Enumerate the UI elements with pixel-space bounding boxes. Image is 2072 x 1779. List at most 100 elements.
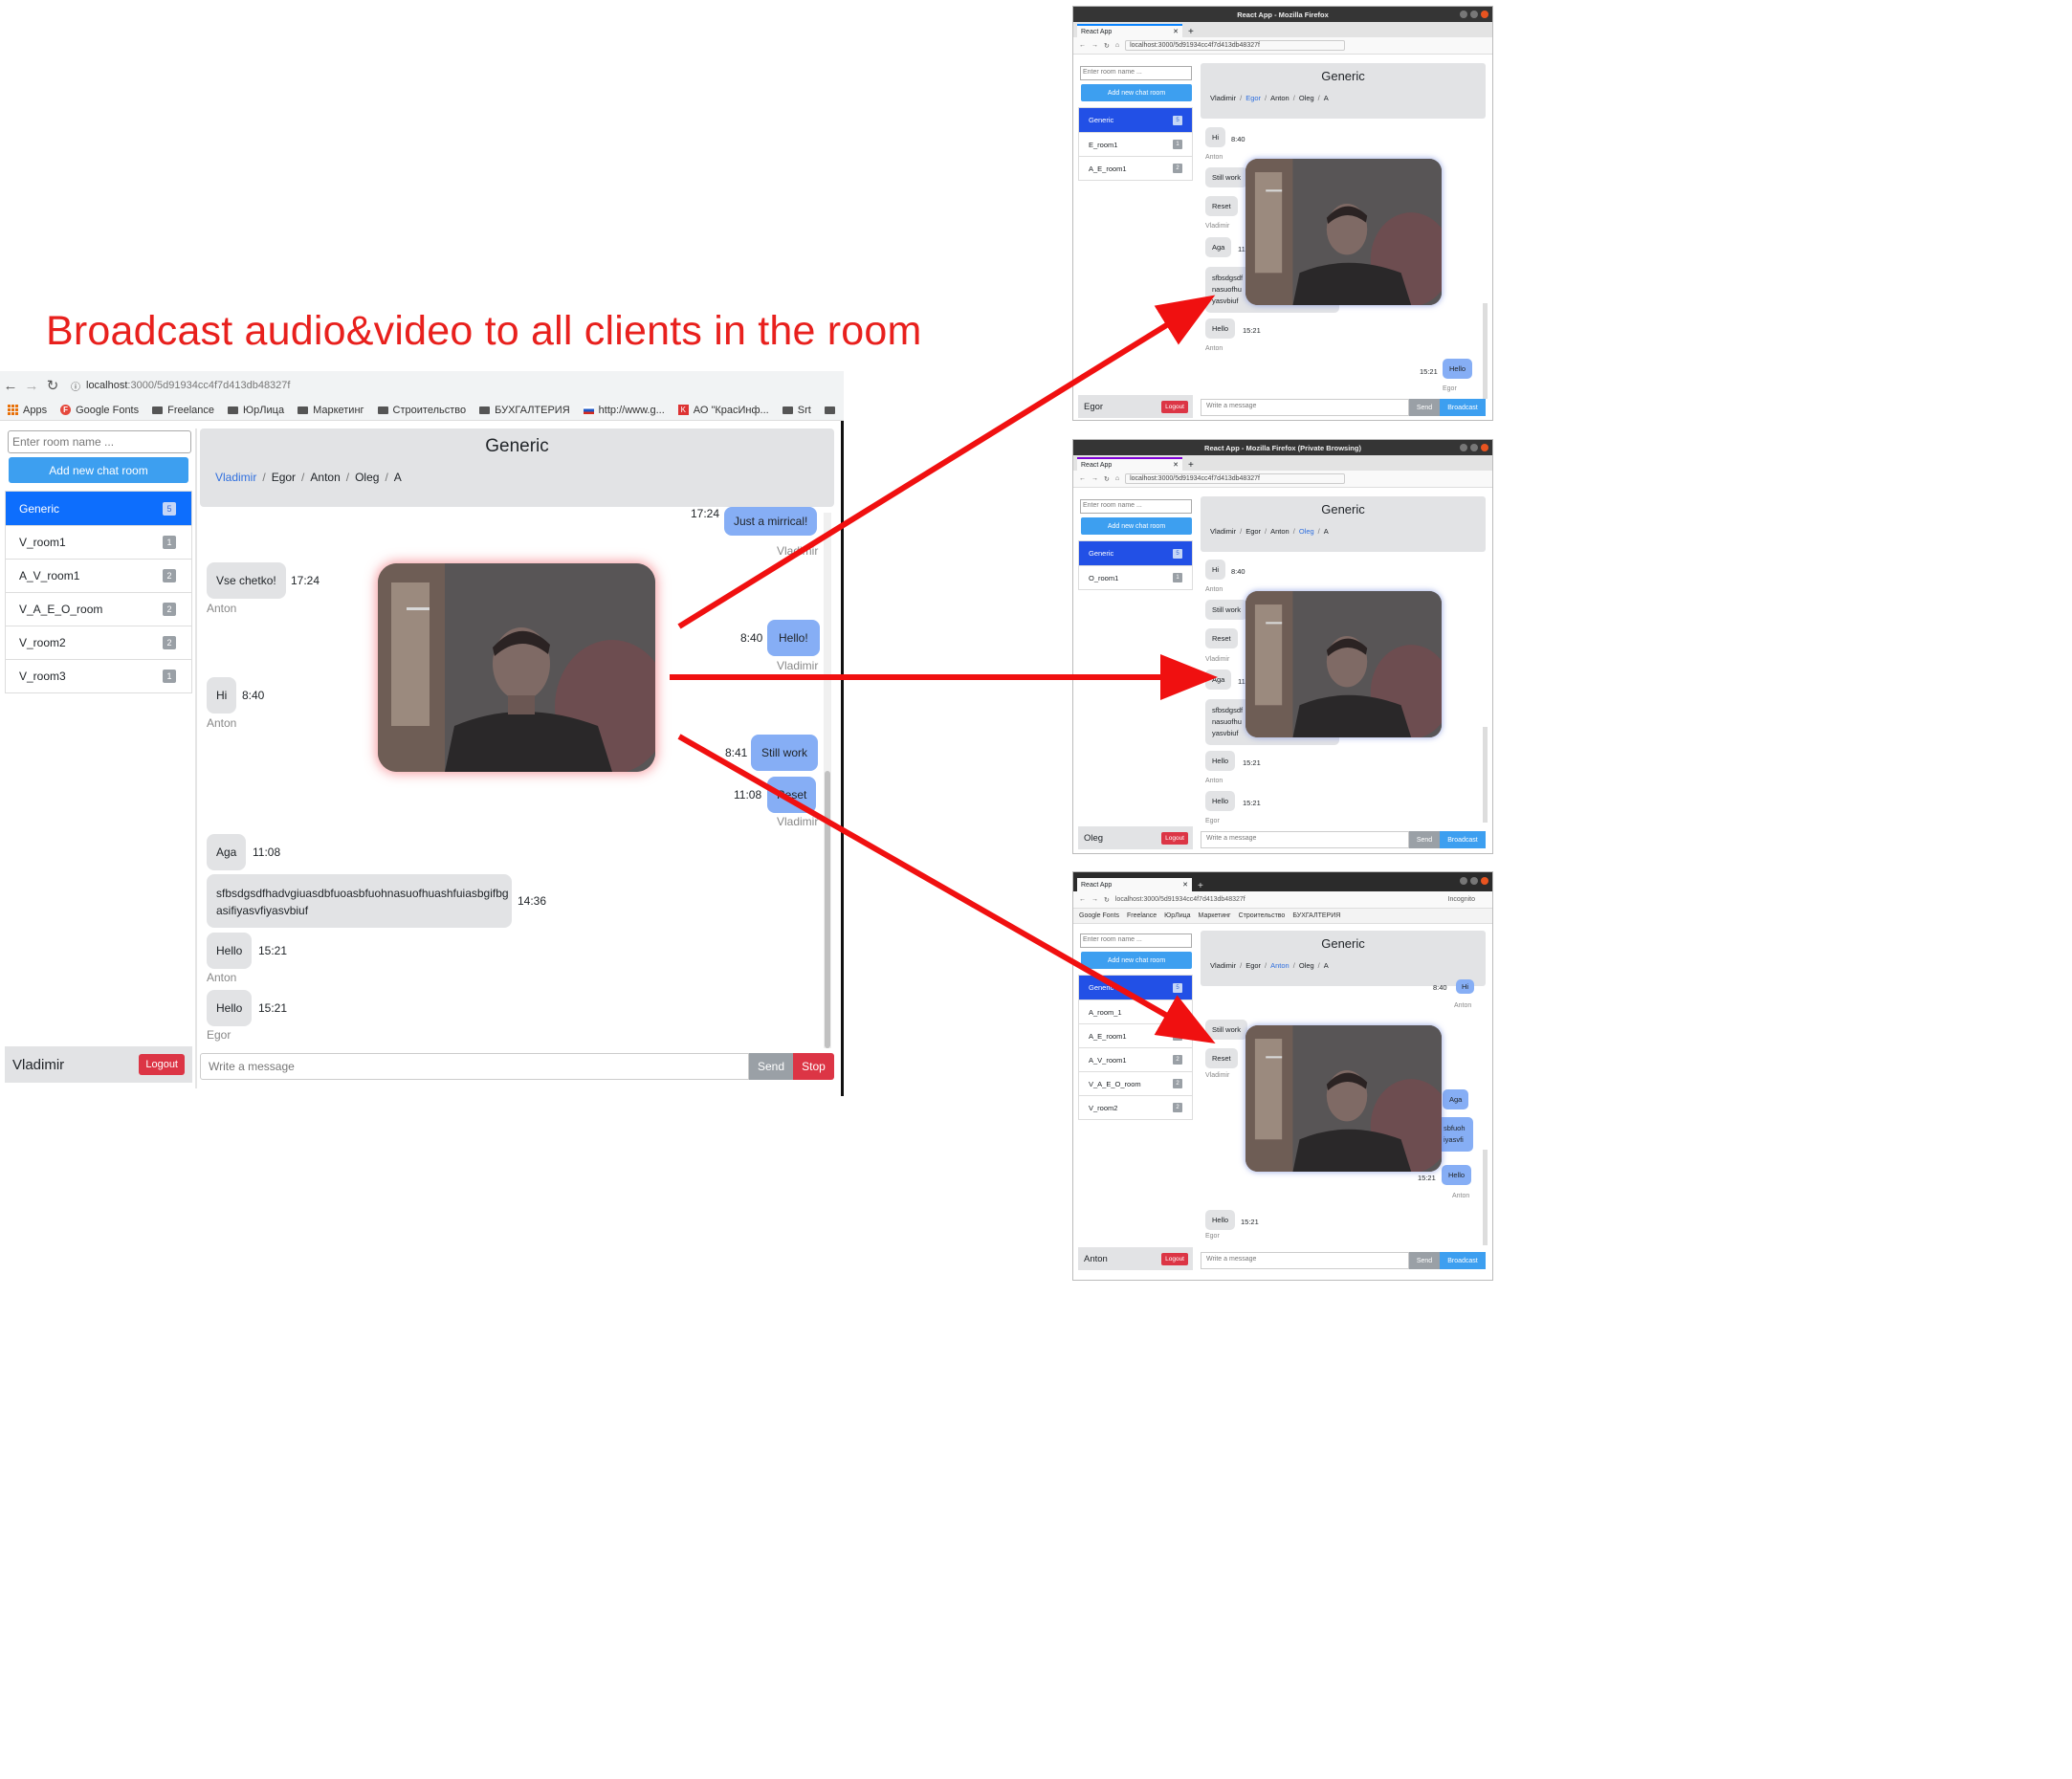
chat-scrollbar[interactable] [1483,303,1488,399]
stop-broadcast-button[interactable]: Stop [793,1053,834,1080]
new-tab-icon[interactable]: + [1188,27,1194,37]
bookmark-construction[interactable]: Строительство [377,405,466,416]
room-item-generic[interactable]: Generic 5 [1079,541,1192,565]
reload-icon[interactable]: ↻ [1104,475,1110,483]
send-button[interactable]: Send [1409,831,1440,848]
message-bubble: Vse chetko! [207,562,286,599]
home-icon[interactable]: ⌂ [1115,42,1119,49]
bookmark-freelance[interactable]: Freelance [152,405,214,416]
logout-button[interactable]: Logout [1161,1252,1188,1265]
bookmark-freelance[interactable]: Freelance [1127,912,1157,919]
broadcast-button[interactable]: Broadcast [1440,831,1486,848]
participant-oleg[interactable]: Oleg [355,471,379,484]
room-item-v-a-e-o-room[interactable]: V_A_E_O_room 2 [1079,1071,1192,1095]
window-titlebar: React App - Mozilla Firefox (Private Bro… [1073,440,1492,455]
bookmark-accounting[interactable]: БУХГАЛТЕРИЯ [1292,912,1340,919]
bookmark-krasinf[interactable]: K АО "КрасИнф... [677,405,769,416]
message-input[interactable]: Write a message [1201,831,1409,848]
participant-a[interactable]: A [394,471,402,484]
room-name-input[interactable]: Enter room name ... [1080,933,1192,948]
chat-scrollbar[interactable] [1483,727,1488,823]
participant-vladimir[interactable]: Vladimir [215,471,256,484]
bookmark-construction[interactable]: Строительство [1239,912,1286,919]
bookmark-google-fonts[interactable]: Google Fonts [1079,912,1119,919]
back-icon[interactable]: ← [1079,42,1086,49]
logout-button[interactable]: Logout [139,1054,185,1075]
room-item-v-room3[interactable]: V_room3 1 [6,659,191,692]
room-item-generic[interactable]: Generic 5 [1079,108,1192,132]
room-name-input[interactable]: Enter room name ... [1080,66,1192,80]
home-icon[interactable]: ⌂ [1115,475,1119,482]
add-chat-room-button[interactable]: Add new chat room [1081,952,1192,969]
bookmark-google-fonts[interactable]: F Google Fonts [60,405,139,416]
logout-button[interactable]: Logout [1161,831,1188,845]
room-item-generic[interactable]: Generic 5 [1079,976,1192,999]
bookmark-apps[interactable]: Apps [8,405,47,416]
message-input[interactable]: Write a message [1201,399,1409,416]
forward-icon[interactable]: → [1091,475,1098,482]
video-stream[interactable] [1245,591,1442,737]
add-chat-room-button[interactable]: Add new chat room [1081,517,1192,535]
room-item-o-room1[interactable]: O_room1 1 [1079,565,1192,589]
logout-button[interactable]: Logout [1161,400,1188,413]
new-tab-icon[interactable]: + [1198,881,1203,891]
url-bar[interactable]: localhost:3000/5d91934cc4f7d413db48327f [1125,473,1346,484]
forward-icon[interactable]: → [21,378,42,394]
tab-react-app[interactable]: React App ✕ [1077,878,1192,891]
tab-react-app[interactable]: React App ✕ [1077,24,1182,37]
video-stream[interactable] [378,563,655,772]
room-item-v-room1[interactable]: V_room1 1 [6,525,191,559]
bookmark-more[interactable] [824,406,835,414]
bookmark-http[interactable]: http://www.g... [583,405,665,416]
url-bar[interactable]: localhost:3000/5d91934cc4f7d413db48327f [1125,40,1346,51]
room-name-input[interactable]: Enter room name ... [1080,499,1192,514]
add-chat-room-button[interactable]: Add new chat room [9,457,188,483]
back-icon[interactable]: ← [1079,475,1086,482]
video-stream[interactable] [1245,1025,1442,1172]
message-author: Anton [1454,1002,1472,1009]
room-name-input[interactable]: Enter room name ... [8,430,191,453]
reload-icon[interactable]: ↻ [1104,42,1110,50]
tab-react-app[interactable]: React App ✕ [1077,457,1182,471]
room-item-v-a-e-o-room[interactable]: V_A_E_O_room 2 [6,592,191,626]
bookmark-marketing[interactable]: Маркетинг [298,405,364,416]
new-tab-icon[interactable]: + [1188,460,1194,471]
room-item-a-room-1[interactable]: A_room_1 1 [1079,999,1192,1023]
message-input[interactable]: Write a message [1201,1252,1409,1269]
chat-header: Generic Vladimir / Egor / Anton / Oleg / A [1201,496,1486,552]
add-chat-room-button[interactable]: Add new chat room [1081,84,1192,101]
broadcast-button[interactable]: Broadcast [1440,399,1486,416]
reload-icon[interactable]: ↻ [42,377,63,394]
participant-anton[interactable]: Anton [310,471,340,484]
room-item-generic[interactable]: Generic 5 [6,492,191,525]
bookmark-urlica[interactable]: ЮрЛица [1164,912,1190,919]
participant-egor[interactable]: Egor [272,471,296,484]
send-button[interactable]: Send [749,1053,793,1080]
broadcast-button[interactable]: Broadcast [1440,1252,1486,1269]
room-item-e-room1[interactable]: E_room1 1 [1079,132,1192,156]
reload-icon[interactable]: ↻ [1104,896,1110,904]
room-item-a-e-room1[interactable]: A_E_room1 2 [1079,156,1192,180]
room-item-a-v-room1[interactable]: A_V_room1 2 [1079,1047,1192,1071]
room-item-a-e-room1[interactable]: A_E_room1 2 [1079,1023,1192,1047]
url-bar[interactable]: localhost:3000/5d91934cc4f7d413db48327f [1115,896,1245,903]
send-button[interactable]: Send [1409,1252,1440,1269]
back-icon[interactable]: ← [0,378,21,394]
forward-icon[interactable]: → [1091,896,1098,903]
bookmark-accounting[interactable]: БУХГАЛТЕРИЯ [479,405,570,416]
url-bar[interactable]: ⓘ localhost:3000/5d91934cc4f7d413db48327… [71,379,290,393]
forward-icon[interactable]: → [1091,42,1098,49]
back-icon[interactable]: ← [1079,896,1086,903]
bookmark-marketing[interactable]: Маркетинг [1199,912,1231,919]
bookmark-srt[interactable]: Srt [782,405,811,416]
room-item-a-v-room1[interactable]: A_V_room1 2 [6,559,191,592]
send-button[interactable]: Send [1409,399,1440,416]
message-input[interactable]: Write a message [200,1053,749,1080]
chat-scroll-thumb[interactable] [825,771,830,1048]
video-stream[interactable] [1245,159,1442,305]
message-time: 11:08 [734,788,762,802]
bookmark-urlica[interactable]: ЮрЛица [228,405,284,416]
room-item-v-room2[interactable]: V_room2 2 [1079,1095,1192,1119]
room-item-v-room2[interactable]: V_room2 2 [6,626,191,659]
chat-scrollbar[interactable] [1483,1150,1488,1245]
